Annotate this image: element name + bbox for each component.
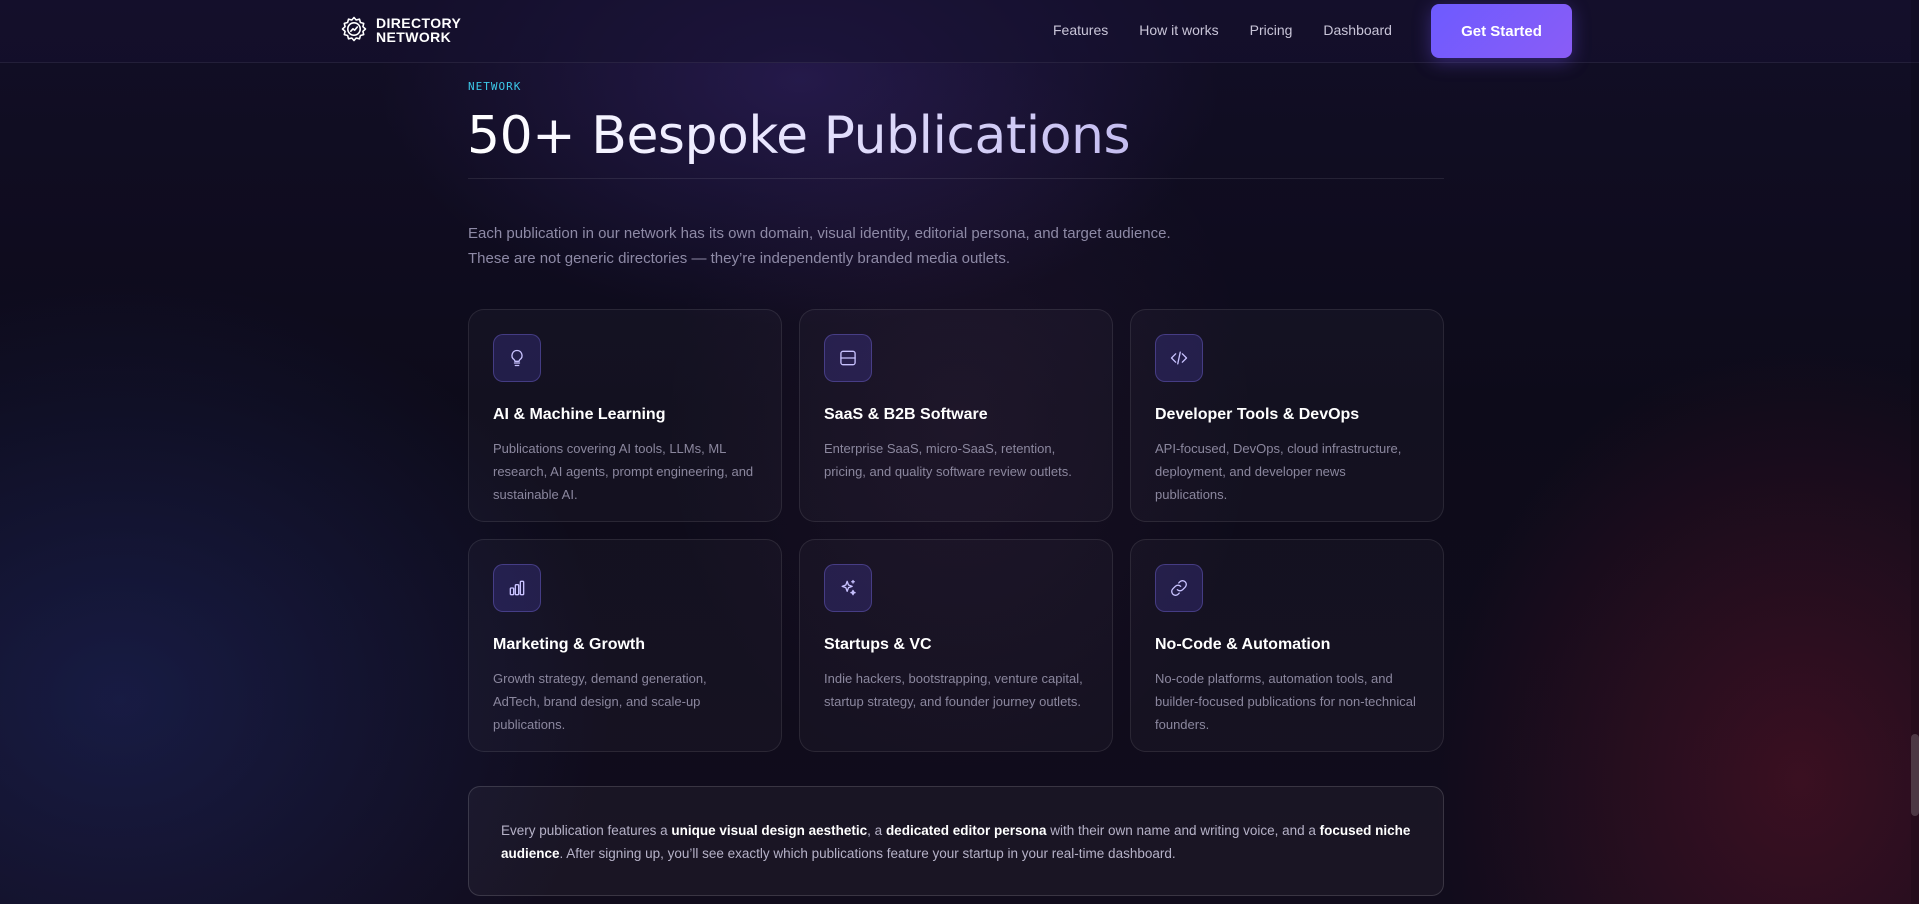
brand-wordmark: DIRECTORY NETWORK bbox=[376, 16, 461, 44]
callout-text: with their own name and writing voice, a… bbox=[1046, 823, 1320, 838]
callout-text: . After signing up, you’ll see exactly w… bbox=[559, 846, 1176, 861]
category-card-startups-vc: Startups & VC Indie hackers, bootstrappi… bbox=[799, 539, 1113, 752]
brand-line-1: DIRECTORY bbox=[376, 15, 462, 31]
intro-line-2: These are not generic directories — they… bbox=[468, 250, 1010, 267]
publication-category-grid: AI & Machine Learning Publications cover… bbox=[468, 309, 1444, 752]
get-started-button[interactable]: Get Started bbox=[1431, 4, 1572, 58]
link-icon bbox=[1155, 564, 1203, 612]
callout-text: Every publication features a bbox=[501, 823, 672, 838]
card-title: Developer Tools & DevOps bbox=[1155, 406, 1360, 423]
callout-highlight-design: unique visual design aesthetic bbox=[671, 823, 868, 838]
card-title: SaaS & B2B Software bbox=[824, 406, 988, 423]
card-title: Marketing & Growth bbox=[493, 636, 646, 653]
category-card-ai-ml: AI & Machine Learning Publications cover… bbox=[468, 309, 782, 522]
card-title: Startups & VC bbox=[824, 636, 932, 653]
card-title: No-Code & Automation bbox=[1155, 636, 1331, 653]
card-description: Publications covering AI tools, LLMs, ML… bbox=[493, 441, 754, 502]
nav-link-how-it-works[interactable]: How it works bbox=[1139, 22, 1218, 38]
card-title: AI & Machine Learning bbox=[493, 406, 666, 423]
category-card-saas-b2b: SaaS & B2B Software Enterprise SaaS, mic… bbox=[799, 309, 1113, 522]
callout-highlight-editor: dedicated editor persona bbox=[885, 823, 1047, 838]
bar-chart-icon bbox=[493, 564, 541, 612]
scrollbar-thumb[interactable] bbox=[1911, 734, 1919, 816]
nav-link-dashboard[interactable]: Dashboard bbox=[1323, 22, 1392, 38]
category-card-no-code: No-Code & Automation No-code platforms, … bbox=[1130, 539, 1444, 752]
network-logo-icon bbox=[341, 16, 367, 42]
main-nav: Features How it works Pricing Dashboard bbox=[1053, 22, 1392, 38]
code-icon bbox=[1155, 334, 1203, 382]
nav-link-features[interactable]: Features bbox=[1053, 22, 1108, 38]
nav-link-pricing[interactable]: Pricing bbox=[1250, 22, 1293, 38]
card-description: API-focused, DevOps, cloud infrastructur… bbox=[1155, 441, 1402, 502]
lightbulb-icon bbox=[493, 334, 541, 382]
section-title: 50+ Bespoke Publications bbox=[467, 106, 1131, 166]
brand-logo-link[interactable]: DIRECTORY NETWORK bbox=[339, 15, 461, 45]
publication-features-callout: Every publication features a unique visu… bbox=[468, 786, 1444, 896]
card-description: Indie hackers, bootstrapping, venture ca… bbox=[824, 671, 1083, 709]
callout-text: , a bbox=[867, 823, 886, 838]
card-description: No-code platforms, automation tools, and… bbox=[1155, 671, 1416, 732]
section-eyebrow: NETWORK bbox=[468, 80, 522, 93]
sparkles-icon bbox=[824, 564, 872, 612]
section-intro: Each publication in our network has its … bbox=[468, 221, 1348, 271]
category-card-marketing-growth: Marketing & Growth Growth strategy, dema… bbox=[468, 539, 782, 752]
card-description: Growth strategy, demand generation, AdTe… bbox=[493, 671, 707, 732]
server-icon bbox=[824, 334, 872, 382]
brand-line-2: NETWORK bbox=[376, 29, 452, 45]
category-card-developer-tools: Developer Tools & DevOps API-focused, De… bbox=[1130, 309, 1444, 522]
section-divider bbox=[468, 178, 1444, 179]
card-description: Enterprise SaaS, micro-SaaS, retention, … bbox=[824, 441, 1072, 479]
intro-line-1: Each publication in our network has its … bbox=[468, 225, 1171, 242]
top-navigation-bar: DIRECTORY NETWORK Features How it works … bbox=[0, 0, 1919, 63]
